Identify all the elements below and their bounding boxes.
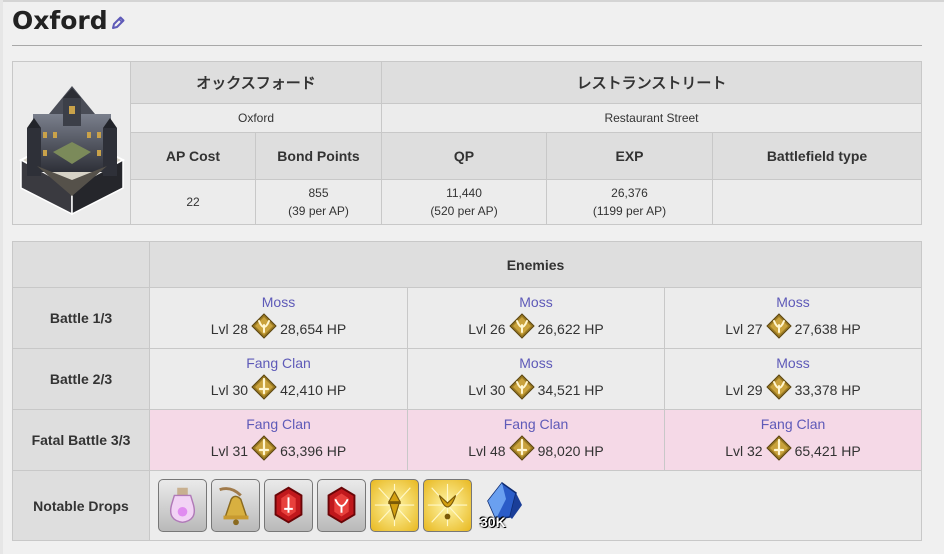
enemy-hp: 34,521 HP — [537, 382, 604, 398]
enemy-level: Lvl 32 — [725, 443, 763, 459]
enemy-hp: 33,378 HP — [794, 382, 861, 398]
bell-icon[interactable] — [211, 479, 260, 532]
enemy-name-link[interactable]: Fang Clan — [246, 413, 311, 435]
pencil-icon[interactable] — [110, 15, 126, 31]
gold-saber-piece-icon[interactable] — [370, 479, 419, 532]
english-name: Oxford — [131, 104, 382, 133]
enemy-name-link[interactable]: Moss — [519, 291, 552, 313]
left-border — [0, 0, 3, 554]
enemy-name-link[interactable]: Fang Clan — [761, 413, 826, 435]
qp-amount: 30K — [480, 514, 506, 530]
enemy-stats: Lvl 30 42,410 HP — [210, 374, 347, 406]
corner-cell — [13, 242, 150, 288]
enemy-level: Lvl 28 — [210, 321, 249, 337]
enemy-cell: Fang Clan Lvl 31 63,396 HP — [150, 410, 408, 471]
enemy-name-link[interactable]: Moss — [776, 352, 809, 374]
saber-class-icon[interactable] — [251, 435, 277, 467]
enemy-hp: 28,654 HP — [280, 321, 347, 337]
ap-cost-value: 22 — [131, 180, 256, 224]
enemy-name-link[interactable]: Moss — [519, 352, 552, 374]
oxford-castle-image — [18, 86, 126, 216]
enemy-cell: Fang Clan Lvl 48 98,020 HP — [408, 410, 665, 471]
japanese-node-header: レストランストリート — [382, 62, 921, 104]
enemy-stats: Lvl 31 63,396 HP — [210, 435, 347, 467]
enemies-header: Enemies — [150, 242, 921, 288]
assassin-class-icon[interactable] — [251, 313, 277, 345]
enemy-cell: Moss Lvl 30 34,521 HP — [408, 349, 665, 410]
enemy-level: Lvl 29 — [725, 382, 763, 398]
saber-class-icon[interactable] — [508, 435, 535, 467]
fatal-battle-label: Fatal Battle 3/3 — [13, 410, 150, 471]
exp-number: 26,376 — [611, 186, 648, 200]
quest-info-table: オックスフォード レストランストリート Oxford Restaurant St… — [12, 61, 922, 225]
bond-points-value: 855 (39 per AP) — [256, 180, 382, 224]
enemy-level: Lvl 30 — [468, 382, 506, 398]
enemy-cell: Moss Lvl 27 27,638 HP — [665, 288, 921, 349]
top-border — [0, 0, 944, 2]
qp-header: QP — [382, 133, 547, 180]
assassin-class-icon[interactable] — [765, 313, 792, 345]
enemy-level: Lvl 26 — [468, 321, 506, 337]
red-assassin-gem-icon[interactable] — [317, 479, 366, 532]
enemy-level: Lvl 48 — [468, 443, 506, 459]
enemy-name-link[interactable]: Moss — [262, 291, 295, 313]
battle-2-label: Battle 2/3 — [13, 349, 150, 410]
drops-cell: 30K — [150, 471, 921, 540]
gold-assassin-piece-icon[interactable] — [423, 479, 472, 532]
enemy-stats: Lvl 29 33,378 HP — [725, 374, 861, 406]
enemy-name-link[interactable]: Moss — [776, 291, 809, 313]
enemy-level: Lvl 27 — [725, 321, 763, 337]
exp-header: EXP — [547, 133, 713, 180]
bond-points-per-ap: (39 per AP) — [288, 204, 349, 218]
enemy-cell: Moss Lvl 28 28,654 HP — [150, 288, 408, 349]
enemy-hp: 98,020 HP — [537, 443, 604, 459]
title-divider — [12, 45, 922, 46]
location-image-cell — [13, 62, 131, 224]
enemy-stats: Lvl 48 98,020 HP — [468, 435, 604, 467]
notable-drops-label: Notable Drops — [13, 471, 150, 540]
enemy-name-link[interactable]: Fang Clan — [246, 352, 311, 374]
japanese-name-header: オックスフォード — [131, 62, 382, 104]
enemy-cell: Moss Lvl 29 33,378 HP — [665, 349, 921, 410]
enemy-stats: Lvl 26 26,622 HP — [468, 313, 604, 345]
saber-class-icon[interactable] — [251, 374, 277, 406]
bond-points-header: Bond Points — [256, 133, 382, 180]
enemies-table: Enemies Battle 1/3 Moss Lvl 28 28,654 HP… — [12, 241, 922, 541]
enemy-stats: Lvl 30 34,521 HP — [468, 374, 604, 406]
enemy-stats: Lvl 28 28,654 HP — [210, 313, 347, 345]
red-saber-gem-icon[interactable] — [264, 479, 313, 532]
enemy-cell: Fang Clan Lvl 32 65,421 HP — [665, 410, 921, 471]
enemy-name-link[interactable]: Fang Clan — [504, 413, 569, 435]
qp-number: 11,440 — [446, 186, 482, 200]
enemy-stats: Lvl 27 27,638 HP — [725, 313, 861, 345]
english-node: Restaurant Street — [382, 104, 921, 133]
page-title: Oxford — [12, 6, 108, 35]
enemy-level: Lvl 30 — [210, 382, 249, 398]
enemy-hp: 26,622 HP — [537, 321, 604, 337]
enemy-hp: 65,421 HP — [794, 443, 861, 459]
qp-per-ap: (520 per AP) — [430, 204, 498, 218]
exp-value: 26,376 (1199 per AP) — [547, 180, 713, 224]
saber-class-icon[interactable] — [765, 435, 792, 467]
enemy-cell: Fang Clan Lvl 30 42,410 HP — [150, 349, 408, 410]
bond-points-number: 855 — [308, 186, 329, 200]
enemy-cell: Moss Lvl 26 26,622 HP — [408, 288, 665, 349]
exp-per-ap: (1199 per AP) — [592, 204, 667, 218]
enemy-hp: 27,638 HP — [794, 321, 861, 337]
enemy-hp: 63,396 HP — [280, 443, 347, 459]
qp-crystal-icon[interactable]: 30K — [476, 479, 526, 532]
ap-cost-header: AP Cost — [131, 133, 256, 180]
assassin-class-icon[interactable] — [508, 374, 535, 406]
potion-bottle-icon[interactable] — [158, 479, 207, 532]
battle-1-label: Battle 1/3 — [13, 288, 150, 349]
battlefield-type-value — [713, 180, 921, 224]
enemy-hp: 42,410 HP — [280, 382, 347, 398]
qp-value: 11,440 (520 per AP) — [382, 180, 547, 224]
assassin-class-icon[interactable] — [765, 374, 792, 406]
enemy-level: Lvl 31 — [210, 443, 249, 459]
enemy-stats: Lvl 32 65,421 HP — [725, 435, 861, 467]
battlefield-type-header: Battlefield type — [713, 133, 921, 180]
assassin-class-icon[interactable] — [508, 313, 535, 345]
